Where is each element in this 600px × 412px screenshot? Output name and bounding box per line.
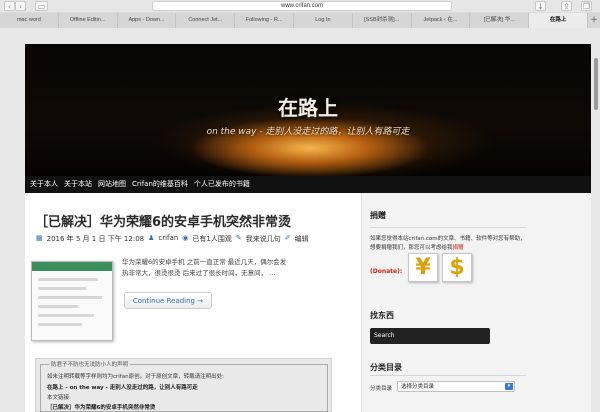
notice-link-label: 本文链接: bbox=[47, 395, 71, 401]
edit-link[interactable]: 编辑 bbox=[295, 234, 309, 244]
browser-tab[interactable]: [已解决] 华... bbox=[470, 13, 530, 28]
download-icon[interactable]: ↓ bbox=[535, 1, 546, 11]
browser-tab[interactable]: Jetpack ‹ 在... bbox=[411, 13, 471, 28]
calendar-icon: ▦ bbox=[36, 234, 43, 242]
browser-tab[interactable]: 在路上 bbox=[529, 13, 588, 28]
browser-tab[interactable]: Apps - Down... bbox=[117, 13, 177, 28]
new-tab-icon[interactable]: + bbox=[587, 13, 600, 28]
yuan-donate-icon[interactable]: ¥ bbox=[408, 253, 438, 282]
back-icon[interactable]: ‹ bbox=[4, 1, 15, 11]
address-bar[interactable]: www.crifan.com bbox=[152, 1, 452, 11]
post-thumbnail[interactable] bbox=[31, 261, 113, 341]
notice-post-link[interactable]: ［已解决］华为荣耀6的安卓手机突然非常烫 bbox=[47, 403, 155, 411]
site-tagline: on the way - 走别人没走过的路，让别人有路可走 bbox=[206, 127, 410, 137]
notice-legend: 防君子不防也无法防小人的声明 bbox=[49, 360, 131, 368]
category-label: 分类目录 bbox=[370, 386, 393, 392]
post-views: 已有1人围观 bbox=[192, 235, 232, 243]
tab-bar: mac word Offline Editin... Apps - Down... C… bbox=[0, 13, 600, 28]
dollar-donate-icon[interactable]: $ bbox=[442, 253, 472, 282]
notice-site-link[interactable]: 在路上 - on the way - 走别人没走过的路，让别人有路可走 bbox=[47, 383, 198, 391]
eye-icon: ◉ bbox=[182, 234, 189, 242]
menu-item[interactable]: 关于本站 bbox=[64, 176, 92, 193]
donate-heading: 捐赠 bbox=[370, 211, 386, 220]
site-title[interactable]: 在路上 bbox=[25, 92, 591, 121]
chevron-down-icon: ▾ bbox=[505, 383, 513, 390]
category-heading: 分类目录 bbox=[370, 363, 402, 372]
site-menu: 关于本人 关于本站 网站地图 Crifan的维基百科 个人已发布的书籍 bbox=[25, 176, 591, 193]
category-select[interactable]: 选择分类目录 ▾ bbox=[397, 381, 515, 392]
tabs-overview-icon[interactable]: ❐ bbox=[581, 1, 592, 11]
scrollbar[interactable] bbox=[594, 58, 598, 110]
donate-label: (Donate): bbox=[370, 268, 403, 275]
site-header-banner: 在路上 on the way - 走别人没走过的路，让别人有路可走 bbox=[25, 44, 591, 176]
web-page: 在路上 on the way - 走别人没走过的路，让别人有路可走 关于本人 关于… bbox=[0, 28, 600, 412]
sidebar-icon[interactable]: ▭ bbox=[35, 1, 48, 11]
post-excerpt: 华为荣耀6的安卓手机 之前一直正常 最近几天，偶尔会发热非常大，很烫很烫 后来过… bbox=[122, 258, 287, 277]
comment-link[interactable]: 我来说几句 bbox=[246, 234, 281, 244]
donate-text: 如果您觉得本站crifan.com的文章、书籍、软件等对您有帮助，想要捐赠我们，… bbox=[370, 236, 526, 251]
continue-reading-button[interactable]: Continue Reading → bbox=[124, 292, 212, 309]
sidebar: 捐赠 如果您觉得本站crifan.com的文章、书籍、软件等对您有帮助，想要捐赠… bbox=[361, 193, 591, 412]
divider bbox=[370, 375, 526, 376]
forward-icon[interactable]: › bbox=[15, 1, 26, 11]
share-icon[interactable]: ⇪ bbox=[561, 1, 572, 11]
browser-tab[interactable]: [SSB封杀测]... bbox=[352, 13, 412, 28]
post-meta: ▦ 2016 年 5 月 1 日 下午 12:08 ♟ crifan ◉ 已有1… bbox=[36, 234, 309, 244]
post-title[interactable]: ［已解决］华为荣耀6的安卓手机突然非常烫 bbox=[35, 211, 291, 230]
divider bbox=[370, 227, 526, 228]
menu-item[interactable]: 关于本人 bbox=[30, 176, 58, 193]
browser-tab[interactable]: Connect Jet... bbox=[176, 13, 236, 28]
menu-item[interactable]: Crifan的维基百科 bbox=[132, 176, 188, 193]
menu-item[interactable]: 个人已发布的书籍 bbox=[194, 176, 250, 193]
comment-icon: ✎ bbox=[235, 234, 242, 242]
notice-line: 如未注明转载等字样则均为crifan原创。对于原创文章，转载请注明出处: bbox=[47, 374, 224, 380]
user-icon: ♟ bbox=[148, 234, 155, 242]
find-heading: 找东西 bbox=[370, 311, 394, 320]
edit-icon: ✐ bbox=[284, 234, 291, 242]
browser-tab[interactable]: Offline Editin... bbox=[58, 13, 118, 28]
copyright-notice: 防君子不防也无法防小人的声明 如未注明转载等字样则均为crifan原创。对于原创… bbox=[35, 358, 332, 412]
browser-tab[interactable]: Following - R... bbox=[235, 13, 294, 28]
browser-tab[interactable]: mac word bbox=[0, 13, 59, 28]
browser-toolbar: ‹ › ▭ www.crifan.com ↓ ⇪ ❐ bbox=[0, 0, 600, 12]
search-input[interactable]: Search bbox=[370, 328, 490, 344]
post-date[interactable]: 2016 年 5 月 1 日 下午 12:08 bbox=[47, 234, 144, 244]
notice-fieldset: 防君子不防也无法防小人的声明 如未注明转载等字样则均为crifan原创。对于原创… bbox=[40, 360, 328, 412]
browser-chrome: ‹ › ▭ www.crifan.com ↓ ⇪ ❐ mac word Offli… bbox=[0, 0, 600, 28]
post-author[interactable]: crifan bbox=[158, 234, 178, 244]
menu-item[interactable]: 网站地图 bbox=[98, 176, 126, 193]
donate-link[interactable]: 捐赠 bbox=[453, 245, 464, 251]
browser-tab[interactable]: Log In bbox=[293, 13, 353, 28]
